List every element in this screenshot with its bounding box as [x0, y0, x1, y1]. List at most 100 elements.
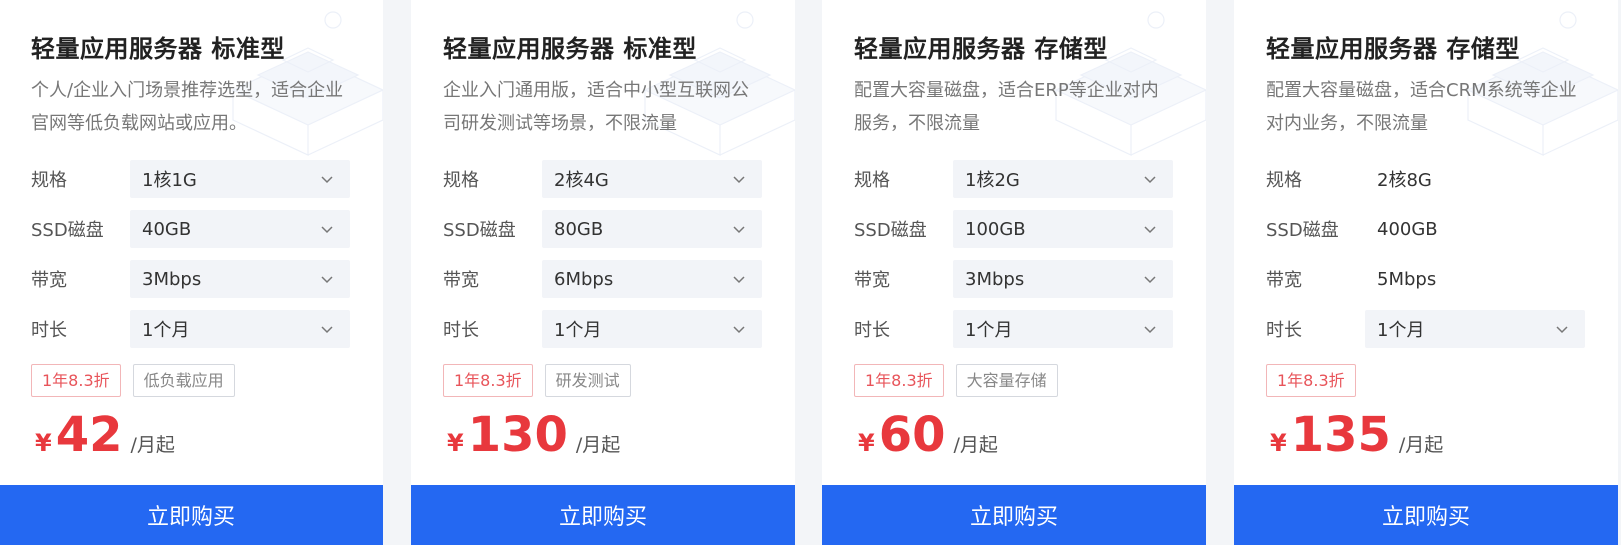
chevron-down-icon — [321, 226, 333, 234]
disk-label: SSD磁盘 — [854, 220, 927, 241]
discount-tag: 1年8.3折 — [854, 364, 944, 397]
spec-dropdown[interactable]: 1核1G — [130, 160, 350, 198]
price: ¥ 42 /月起 — [31, 407, 351, 463]
duration-label: 时长 — [31, 320, 67, 341]
bandwidth-value: 3Mbps — [142, 268, 202, 290]
disk-dropdown[interactable]: 100GB — [953, 210, 1173, 248]
disk-dropdown[interactable]: 80GB — [542, 210, 762, 248]
duration-label: 时长 — [1266, 320, 1302, 341]
spec-row-duration: 时长 1个月 — [31, 310, 351, 348]
usage-tag: 低负载应用 — [132, 364, 235, 397]
spec-row-duration: 时长 1个月 — [854, 310, 1174, 348]
spec-value: 1核2G — [965, 170, 1020, 191]
bandwidth-label: 带宽 — [854, 270, 890, 291]
price-amount: 135 — [1290, 407, 1391, 463]
spec-row-bandwidth: 带宽 5Mbps — [1266, 260, 1586, 298]
bandwidth-dropdown[interactable]: 6Mbps — [542, 260, 762, 298]
spec-row-bandwidth: 带宽 3Mbps — [854, 260, 1174, 298]
duration-label: 时长 — [854, 320, 890, 341]
currency-symbol: ¥ — [447, 429, 464, 457]
card-description: 配置大容量磁盘，适合CRM系统等企业对内业务，不限流量 — [1266, 80, 1577, 134]
bandwidth-label: 带宽 — [443, 270, 479, 291]
price-unit: /月起 — [575, 434, 621, 456]
spec-row-disk: SSD磁盘 400GB — [1266, 210, 1586, 248]
chevron-down-icon — [1144, 326, 1156, 334]
tag-group: 1年8.3折 研发测试 — [443, 364, 763, 397]
usage-tag: 研发测试 — [544, 364, 631, 397]
product-card-1: 轻量应用服务器 标准型 个人/企业入门场景推荐选型，适合企业官网等低负载网站或应… — [0, 0, 383, 545]
tag-group: 1年8.3折 低负载应用 — [31, 364, 351, 397]
card-title: 轻量应用服务器 标准型 — [31, 35, 285, 63]
spec-value: 2核4G — [554, 170, 609, 191]
spec-row-bandwidth: 带宽 3Mbps — [31, 260, 351, 298]
buy-now-button[interactable]: 立即购买 — [0, 485, 383, 545]
card-description: 企业入门通用版，适合中小型互联网公司研发测试等场景，不限流量 — [443, 80, 749, 134]
currency-symbol: ¥ — [858, 429, 875, 457]
spec-row-duration: 时长 1个月 — [443, 310, 763, 348]
price-unit: /月起 — [953, 434, 998, 456]
currency-symbol: ¥ — [35, 429, 52, 457]
chevron-down-icon — [321, 276, 333, 284]
buy-now-button[interactable]: 立即购买 — [822, 485, 1206, 545]
spec-row-bandwidth: 带宽 6Mbps — [443, 260, 763, 298]
disk-dropdown[interactable]: 40GB — [130, 210, 350, 248]
card-title: 轻量应用服务器 标准型 — [443, 35, 697, 63]
price-amount: 60 — [878, 407, 946, 463]
chevron-down-icon — [733, 176, 745, 184]
duration-value: 1个月 — [1377, 320, 1425, 341]
disk-value: 40GB — [142, 218, 192, 240]
chevron-down-icon — [321, 326, 333, 334]
duration-dropdown[interactable]: 1个月 — [130, 310, 350, 348]
duration-dropdown[interactable]: 1个月 — [1365, 310, 1585, 348]
spec-dropdown[interactable]: 2核4G — [542, 160, 762, 198]
spec-label: 规格 — [854, 170, 890, 191]
chevron-down-icon — [1556, 326, 1568, 334]
usage-tag: 大容量存储 — [955, 364, 1058, 397]
card-title: 轻量应用服务器 存储型 — [854, 35, 1108, 63]
spec-dropdown[interactable]: 1核2G — [953, 160, 1173, 198]
chevron-down-icon — [1144, 276, 1156, 284]
spec-label: 规格 — [443, 170, 479, 191]
discount-tag: 1年8.3折 — [31, 364, 121, 397]
disk-label: SSD磁盘 — [31, 220, 104, 241]
product-card-3: 轻量应用服务器 存储型 配置大容量磁盘，适合ERP等企业对内服务，不限流量 规格… — [822, 0, 1206, 545]
disk-value: 400GB — [1377, 218, 1438, 240]
bandwidth-dropdown[interactable]: 3Mbps — [953, 260, 1173, 298]
bandwidth-dropdown[interactable]: 3Mbps — [130, 260, 350, 298]
spec-value: 1核1G — [142, 170, 197, 191]
spec-row-disk: SSD磁盘 100GB — [854, 210, 1174, 248]
product-card-2: 轻量应用服务器 标准型 企业入门通用版，适合中小型互联网公司研发测试等场景，不限… — [411, 0, 795, 545]
price-unit: /月起 — [130, 434, 175, 456]
buy-now-button[interactable]: 立即购买 — [1234, 485, 1618, 545]
price: ¥ 130 /月起 — [443, 407, 763, 463]
chevron-down-icon — [321, 176, 333, 184]
chevron-down-icon — [733, 276, 745, 284]
duration-value: 1个月 — [142, 320, 190, 341]
spec-row-duration: 时长 1个月 — [1266, 310, 1586, 348]
bandwidth-value: 5Mbps — [1377, 268, 1437, 290]
bandwidth-label: 带宽 — [31, 270, 67, 291]
spec-value: 2核8G — [1377, 170, 1432, 191]
price: ¥ 135 /月起 — [1266, 407, 1586, 463]
card-description: 个人/企业入门场景推荐选型，适合企业官网等低负载网站或应用。 — [31, 80, 344, 134]
currency-symbol: ¥ — [1270, 429, 1287, 457]
card-description: 配置大容量磁盘，适合ERP等企业对内服务，不限流量 — [854, 80, 1159, 134]
spec-row-config: 规格 1核2G — [854, 160, 1174, 198]
duration-dropdown[interactable]: 1个月 — [542, 310, 762, 348]
buy-now-button[interactable]: 立即购买 — [411, 485, 795, 545]
price-amount: 130 — [467, 407, 568, 463]
duration-dropdown[interactable]: 1个月 — [953, 310, 1173, 348]
product-cards: 轻量应用服务器 标准型 个人/企业入门场景推荐选型，适合企业官网等低负载网站或应… — [0, 0, 1621, 545]
spec-label: 规格 — [31, 170, 67, 191]
chevron-down-icon — [733, 326, 745, 334]
duration-value: 1个月 — [554, 320, 602, 341]
discount-tag: 1年8.3折 — [443, 364, 533, 397]
chevron-down-icon — [1144, 226, 1156, 234]
price-unit: /月起 — [1398, 434, 1444, 456]
disk-value: 100GB — [965, 218, 1026, 240]
disk-value: 80GB — [554, 218, 604, 240]
bandwidth-value: 6Mbps — [554, 268, 614, 290]
discount-tag: 1年8.3折 — [1266, 364, 1356, 397]
card-title: 轻量应用服务器 存储型 — [1266, 35, 1520, 63]
disk-label: SSD磁盘 — [1266, 220, 1339, 241]
